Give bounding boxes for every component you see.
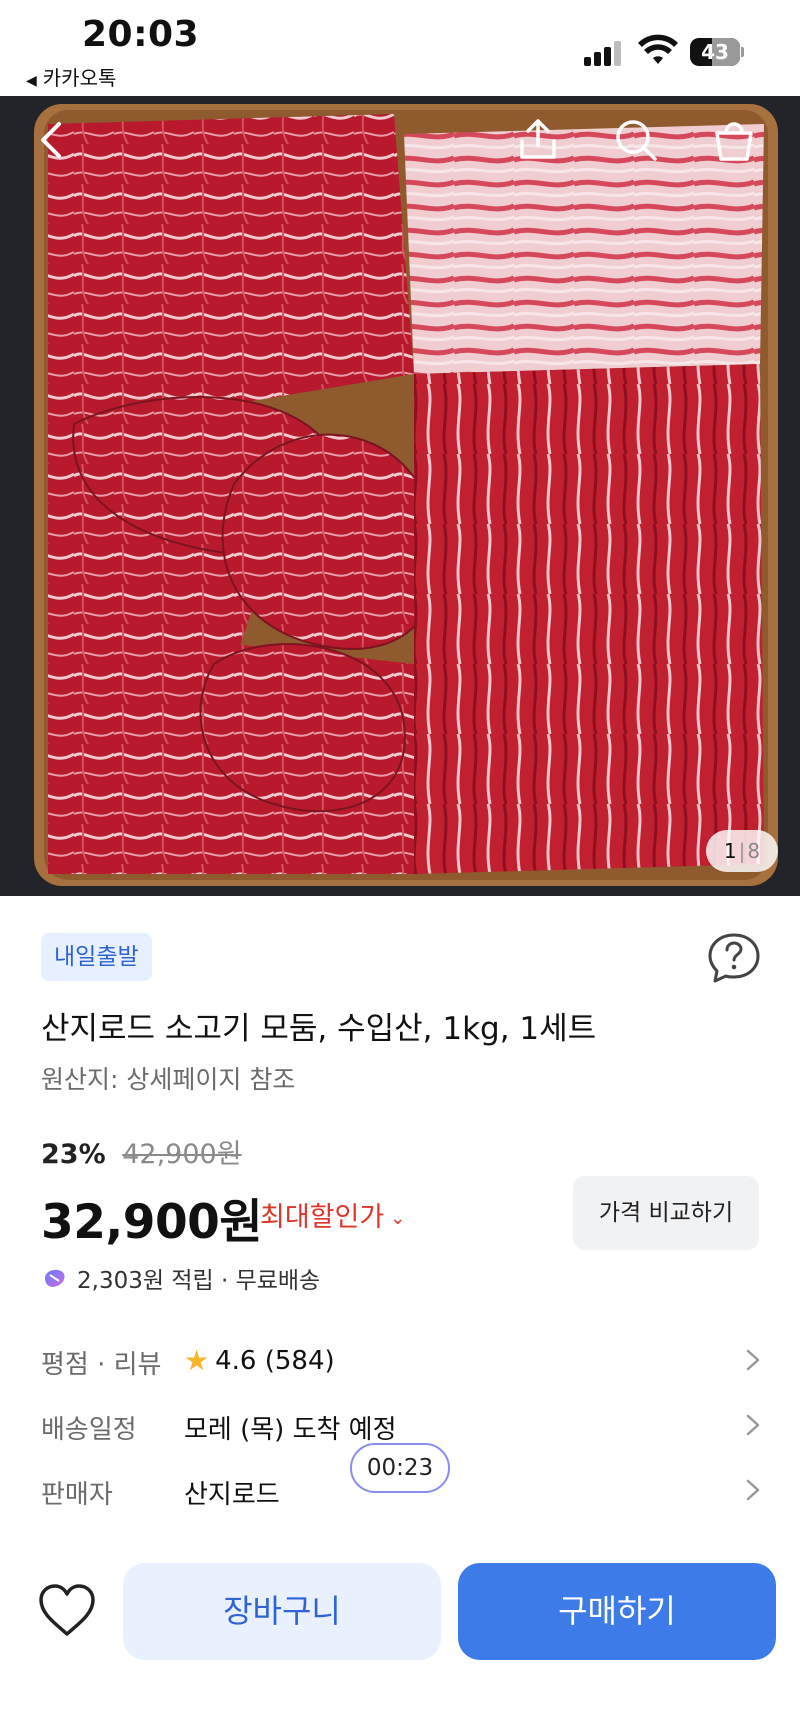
chevron-right-icon	[746, 1479, 760, 1501]
timer-badge: 00:23	[350, 1443, 450, 1493]
wifi-icon	[638, 34, 678, 64]
share-button[interactable]	[508, 110, 568, 170]
back-triangle-icon: ◀	[26, 73, 37, 89]
shopping-bag-icon	[715, 122, 753, 161]
status-bar: 20:03 ◀ 카카오톡 43	[0, 0, 800, 96]
page-total: 8	[747, 839, 761, 863]
sale-price: 32,900원	[41, 1195, 263, 1250]
compare-price-button[interactable]: 가격 비교하기	[573, 1176, 759, 1250]
page-separator: |	[738, 839, 746, 863]
discount-percent: 23%	[41, 1139, 106, 1170]
original-price: 42,900원	[122, 1139, 242, 1170]
discount-row: 23% 42,900원	[41, 1132, 242, 1171]
back-to-app-link[interactable]: ◀ 카카오톡	[26, 62, 116, 91]
battery-icon: 43	[690, 38, 744, 66]
help-button[interactable]	[706, 931, 762, 985]
cart-shortcut-button[interactable]	[704, 110, 764, 170]
cellular-signal-icon	[584, 40, 626, 66]
points-coin-icon	[45, 1269, 65, 1287]
search-icon	[616, 120, 657, 161]
rating-value: ★ 4.6 (584)	[184, 1344, 335, 1377]
max-discount-label: 최대할인가	[260, 1202, 385, 1233]
delivery-label: 배송일정	[41, 1415, 137, 1445]
product-origin: 원산지: 상세페이지 참조	[41, 1065, 296, 1094]
chevron-right-icon	[746, 1414, 760, 1436]
status-time: 20:03	[82, 14, 200, 55]
rating-review-row[interactable]: 평점 · 리뷰 ★ 4.6 (584)	[41, 1336, 761, 1384]
image-page-indicator: 1 | 8	[706, 830, 778, 872]
rating-text: 4.6 (584)	[215, 1345, 335, 1376]
product-title: 산지로드 소고기 모둠, 수입산, 1kg, 1세트	[41, 1011, 597, 1047]
shipping-badge: 내일출발	[41, 933, 152, 981]
battery-level: 43	[701, 40, 729, 64]
back-chevron-icon	[41, 122, 61, 158]
heart-icon	[39, 1584, 95, 1636]
back-app-label: 카카오톡	[42, 66, 117, 90]
add-to-cart-button[interactable]: 장바구니	[123, 1563, 441, 1660]
seller-value: 산지로드	[184, 1480, 280, 1510]
meat-photo	[44, 110, 768, 880]
max-discount-toggle[interactable]: 최대할인가 ⌄	[260, 1195, 405, 1234]
wishlist-button[interactable]	[36, 1580, 98, 1642]
delivery-value: 모레 (목) 도착 예정	[184, 1415, 397, 1445]
share-icon	[520, 119, 556, 159]
product-image-carousel[interactable]: 1 | 8	[0, 96, 800, 896]
chevron-down-icon: ⌄	[390, 1208, 406, 1229]
points-text: 2,303원 적립 · 무료배송	[77, 1268, 321, 1294]
page-current: 1	[723, 839, 737, 863]
buy-now-button[interactable]: 구매하기	[458, 1563, 776, 1660]
chevron-right-icon	[746, 1349, 760, 1371]
seller-label: 판매자	[41, 1480, 113, 1510]
cutting-board-photo	[34, 104, 778, 886]
question-bubble-icon	[708, 933, 760, 983]
delivery-schedule-row[interactable]: 배송일정 모레 (목) 도착 예정	[41, 1401, 761, 1449]
star-icon: ★	[184, 1344, 210, 1377]
back-button[interactable]	[22, 110, 82, 170]
points-shipping-row: 2,303원 적립 · 무료배송	[41, 1261, 320, 1295]
rating-label: 평점 · 리뷰	[41, 1350, 162, 1380]
search-button[interactable]	[606, 110, 666, 170]
